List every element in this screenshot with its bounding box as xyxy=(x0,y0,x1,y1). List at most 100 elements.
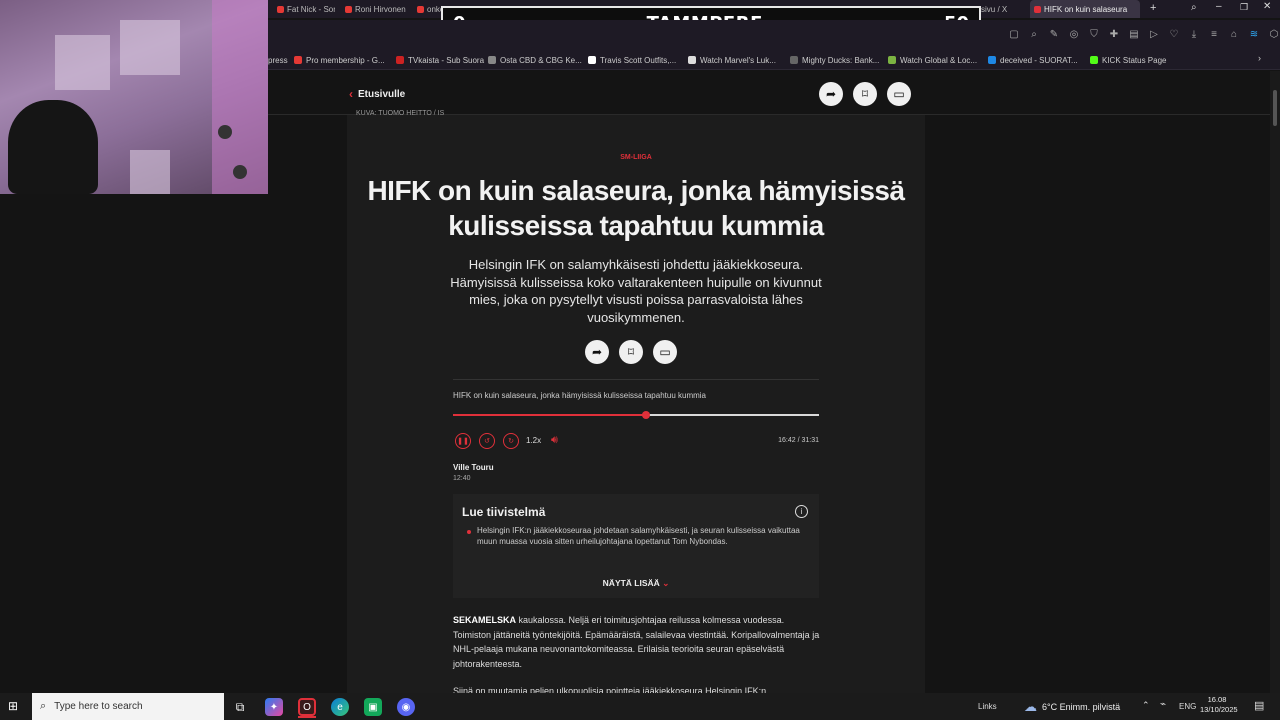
summary-text: Helsingin IFK:n jääkiekkoseuraa johdetaa… xyxy=(477,526,800,546)
settings-icon[interactable]: ⬡ xyxy=(1267,29,1280,41)
list-icon[interactable]: ≡ xyxy=(1207,29,1221,41)
article-body: SEKAMELSKA kaukalossa. Neljä eri toimitu… xyxy=(453,613,823,671)
bookmark-item[interactable]: Watch Marvel's Luk... xyxy=(688,54,776,66)
page-scrollbar[interactable] xyxy=(1270,71,1280,693)
language-indicator[interactable]: ENG xyxy=(1179,702,1196,711)
pause-button[interactable]: ❚❚ xyxy=(455,433,471,449)
aria-icon[interactable]: ≋ xyxy=(1247,29,1261,41)
comments-button[interactable]: ▭ xyxy=(653,340,677,364)
weather-widget[interactable]: ☁ 6°C Enimm. pilvistä xyxy=(1024,699,1120,715)
tab-favicon-icon xyxy=(1034,5,1041,13)
bookmark-item[interactable]: KICK Status Page xyxy=(1090,54,1166,66)
bookmark-icon: ⌑ xyxy=(861,87,869,101)
edit-icon[interactable]: ✎ xyxy=(1047,29,1061,41)
bullet-icon xyxy=(467,530,471,534)
tray-links[interactable]: Links xyxy=(978,702,997,711)
bookmark-item[interactable]: Pro membership - G... xyxy=(294,54,385,66)
active-app-indicator xyxy=(298,716,316,718)
new-tab-button[interactable]: + xyxy=(1150,2,1156,14)
article-headline: HIFK on kuin salaseura, jonka hämyisissä… xyxy=(367,175,905,241)
sidebar-icon[interactable]: ▢ xyxy=(1007,29,1021,41)
copilot-icon[interactable]: ✦ xyxy=(265,698,283,716)
clock-date: 13/10/2025 xyxy=(1200,705,1238,714)
bookmark-label: Travis Scott Outfits,... xyxy=(600,55,677,65)
bookmark-label: Pro membership - G... xyxy=(306,55,385,65)
clock[interactable]: 16.08 13/10/2025 xyxy=(1200,695,1238,715)
lock-icon[interactable]: ⌂ xyxy=(1227,29,1241,41)
publish-time: 12:40 xyxy=(453,475,471,482)
tab-favicon-icon xyxy=(345,5,352,13)
bookmark-item[interactable]: Mighty Ducks: Bank... xyxy=(790,54,879,66)
heart-icon[interactable]: ♡ xyxy=(1167,29,1181,41)
summary-title: Lue tiivistelmä xyxy=(462,505,546,519)
bookmark-favicon-icon xyxy=(888,56,896,64)
bookmark-item[interactable]: press xyxy=(268,54,288,66)
share-button[interactable]: ➦ xyxy=(819,82,843,106)
scrollbar-thumb[interactable] xyxy=(1273,90,1277,126)
audio-progress-fill xyxy=(453,414,646,416)
author-name[interactable]: Ville Touru xyxy=(453,463,494,472)
forward-15-button[interactable]: ↻ xyxy=(503,433,519,449)
article-kicker[interactable]: SM-LIIGA xyxy=(347,154,925,161)
extensions-icon[interactable]: ✚ xyxy=(1107,29,1121,41)
browser-tab[interactable]: Roni Hirvonen xyxy=(341,0,407,18)
notification-icon[interactable]: ▤ xyxy=(1254,699,1264,712)
bookmark-item[interactable]: TVkaista - Sub Suora xyxy=(396,54,484,66)
volume-icon[interactable]: 🔊︎ xyxy=(551,434,558,447)
site-header xyxy=(268,71,1270,115)
app-icon[interactable]: ▣ xyxy=(364,698,382,716)
taskbar-search[interactable]: ⌕ Type here to search xyxy=(32,693,224,720)
windows-start-icon[interactable]: ⊞ xyxy=(8,699,22,713)
rewind-15-button[interactable]: ↺ xyxy=(479,433,495,449)
search-icon[interactable]: ⌕ xyxy=(1027,29,1041,41)
bookmark-label: deceived - SUORAT... xyxy=(1000,55,1078,65)
back-link-label: Etusivulle xyxy=(358,88,406,100)
download-icon[interactable]: ⤓ xyxy=(1187,29,1201,41)
camera-icon[interactable]: ◎ xyxy=(1067,29,1081,41)
share-button[interactable]: ➦ xyxy=(585,340,609,364)
task-view-icon[interactable]: ⧉ xyxy=(231,698,249,716)
audio-progress-handle[interactable] xyxy=(641,411,650,419)
show-more-label: NÄYTÄ LISÄÄ xyxy=(602,578,660,588)
edge-icon[interactable]: e xyxy=(331,698,349,716)
browser-tab[interactable]: Fat Nick - Song xyxy=(273,0,335,18)
bookmark-item[interactable]: deceived - SUORAT... xyxy=(988,54,1078,66)
bookmark-item[interactable]: Osta CBD & CBG Ke... xyxy=(488,54,582,66)
chevron-down-icon: ⌄ xyxy=(662,578,670,588)
webcam-overlay xyxy=(0,0,268,194)
article-actions: ➦ ⌑ ▭ xyxy=(585,340,677,364)
opera-icon[interactable]: O xyxy=(298,698,316,716)
bookmarks-overflow-icon[interactable]: › xyxy=(1258,53,1261,63)
forward-icon: ↻ xyxy=(508,438,514,445)
bookmark-label: Osta CBD & CBG Ke... xyxy=(500,55,582,65)
network-icon[interactable]: ⌁ xyxy=(1160,699,1166,710)
tab-label: HIFK on kuin salaseura xyxy=(1044,4,1128,14)
info-icon[interactable]: i xyxy=(795,505,808,518)
bookmark-label: KICK Status Page xyxy=(1102,55,1167,65)
maximize-button[interactable]: ❐ xyxy=(1240,2,1248,13)
search-tabs-icon[interactable]: ⌕ xyxy=(1191,2,1197,13)
search-icon: ⌕ xyxy=(40,700,47,712)
bookmark-item[interactable]: Watch Global & Loc... xyxy=(888,54,977,66)
chevron-up-icon[interactable]: ⌃ xyxy=(1142,700,1150,711)
browser-tab[interactable]: HIFK on kuin salaseura xyxy=(1030,0,1140,18)
minimize-button[interactable]: – xyxy=(1216,1,1222,12)
bookmark-item[interactable]: Travis Scott Outfits,... xyxy=(588,54,676,66)
bookmark-label: Mighty Ducks: Bank... xyxy=(802,55,880,65)
share-icon: ➦ xyxy=(825,87,837,101)
menu-icon[interactable]: ▤ xyxy=(1127,29,1141,41)
bookmark-favicon-icon xyxy=(488,56,496,64)
bookmark-button[interactable]: ⌑ xyxy=(853,82,877,106)
playback-speed[interactable]: 1.2x xyxy=(526,436,541,445)
cabinet xyxy=(130,150,170,194)
tab-label: Roni Hirvonen xyxy=(355,4,406,14)
play-icon[interactable]: ▷ xyxy=(1147,29,1161,41)
show-more-button[interactable]: NÄYTÄ LISÄÄ ⌄ xyxy=(453,578,819,589)
discord-icon[interactable]: ◉ xyxy=(397,698,415,716)
back-link[interactable]: ‹ Etusivulle xyxy=(349,87,405,101)
comments-button[interactable]: ▭ xyxy=(887,82,911,106)
close-button[interactable]: ✕ xyxy=(1263,1,1271,12)
shield-icon[interactable]: ⛉ xyxy=(1087,29,1101,41)
tab-favicon-icon xyxy=(417,5,424,13)
bookmark-button[interactable]: ⌑ xyxy=(619,340,643,364)
